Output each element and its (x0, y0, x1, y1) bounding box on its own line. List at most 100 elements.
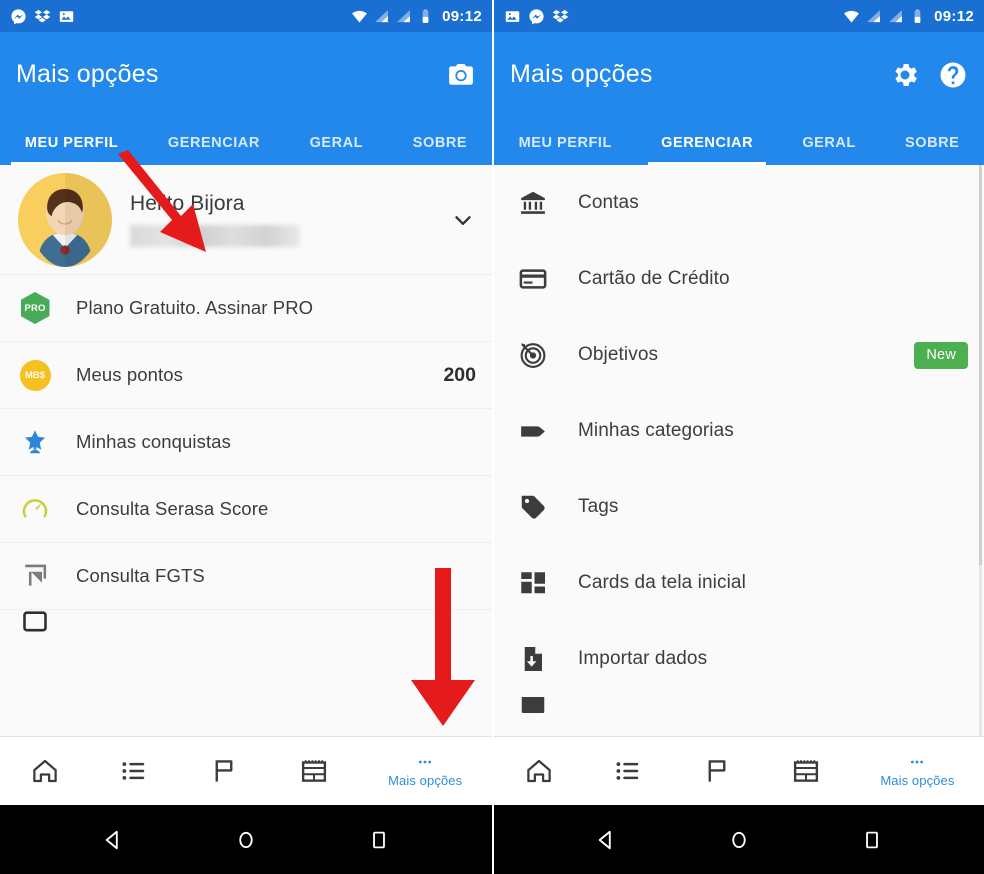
points-value: 200 (443, 363, 476, 386)
bottom-nav-flag[interactable] (672, 737, 761, 805)
wifi-icon (844, 10, 860, 23)
app-bar-top-right: Mais opções (494, 32, 984, 117)
list-item-cards-tela-inicial[interactable]: Cards da tela inicial (494, 545, 984, 621)
recents-square-icon[interactable] (859, 827, 885, 853)
category-tag-icon (516, 414, 550, 448)
import-file-icon (516, 642, 550, 676)
app-bar-actions-left (446, 60, 476, 90)
tab-geral[interactable]: GERAL (778, 135, 881, 165)
tab-meu-perfil[interactable]: MEU PERFIL (494, 135, 637, 165)
more-dots-icon (419, 760, 432, 764)
bottom-nav-label: Mais opções (880, 773, 955, 788)
android-navbar-left (0, 805, 492, 874)
dropbox-icon (34, 9, 51, 22)
speedometer-icon (18, 492, 52, 526)
bottom-nav-flag[interactable] (179, 737, 269, 805)
bottom-nav-mais-opcoes[interactable]: Mais opções (358, 737, 492, 805)
photos-icon (505, 10, 520, 22)
list-item-objetivos[interactable]: Objetivos New (494, 317, 984, 393)
android-navbar-right (494, 805, 984, 874)
bottom-nav-label: Mais opções (388, 773, 463, 788)
partial-label (52, 611, 476, 633)
tab-meu-perfil[interactable]: MEU PERFIL (0, 135, 143, 165)
list-item-importar-dados[interactable]: Importar dados (494, 621, 984, 697)
list-item-cartao-credito[interactable]: Cartão de Crédito (494, 241, 984, 317)
bottom-nav-left: Mais opções (0, 736, 492, 805)
back-triangle-icon[interactable] (100, 827, 126, 853)
tab-bar-left: MEU PERFIL GERENCIAR GERAL SOBRE (0, 117, 492, 165)
list-item-plano[interactable]: PRO Plano Gratuito. Assinar PRO (0, 275, 492, 342)
bottom-nav-calendar[interactable] (269, 737, 359, 805)
trophy-star-icon (18, 425, 52, 459)
app-bar-left: Mais opções MEU PERFIL GERENCIAR GERAL S… (0, 32, 492, 165)
list-item-label: Tags (578, 496, 619, 517)
status-bar-left: 09:12 (0, 0, 492, 32)
target-icon (516, 338, 550, 372)
bank-icon (516, 186, 550, 220)
help-icon[interactable] (938, 60, 968, 90)
battery-icon (914, 8, 921, 23)
list-item-minhas-categorias[interactable]: Minhas categorias (494, 393, 984, 469)
gear-icon[interactable] (890, 60, 920, 90)
phone-panel-left: 09:12 Mais opções MEU PERFIL GERENCIAR G… (0, 0, 492, 874)
list-item-label: Minhas conquistas (76, 431, 231, 452)
tab-sobre[interactable]: SOBRE (880, 135, 984, 165)
content-left: Helito Bijora PRO Plano Gratuito. Assina… (0, 165, 492, 736)
recents-square-icon[interactable] (366, 827, 392, 853)
list-item-label: Minhas categorias (578, 420, 734, 441)
signal-icon (397, 9, 410, 22)
pro-hex-badge-icon: PRO (18, 291, 52, 325)
status-bar-system-icons-left: 09:12 (351, 8, 482, 25)
mbs-badge-text: MB$ (19, 359, 51, 391)
status-bar-app-icons-right (504, 8, 569, 25)
list-item-partially-visible[interactable] (494, 697, 984, 713)
home-circle-icon[interactable] (726, 827, 752, 853)
profile-text: Helito Bijora (112, 192, 450, 247)
home-circle-icon[interactable] (233, 827, 259, 853)
list-item-tags[interactable]: Tags (494, 469, 984, 545)
list-icon (122, 762, 145, 780)
profile-row[interactable]: Helito Bijora (0, 165, 492, 275)
back-triangle-icon[interactable] (593, 827, 619, 853)
scrollbar-thumb[interactable] (979, 165, 982, 565)
camera-icon[interactable] (446, 60, 476, 90)
list-item-label: Consulta Serasa Score (76, 498, 269, 519)
list-item-label: Cards da tela inicial (578, 572, 746, 593)
partial-icon (18, 610, 52, 634)
photos-icon (59, 10, 74, 22)
profile-name: Helito Bijora (130, 192, 245, 215)
app-bar-actions-right (890, 60, 968, 90)
bottom-nav-home[interactable] (494, 737, 583, 805)
bottom-nav-right: Mais opções (494, 736, 984, 805)
bottom-nav-list[interactable] (90, 737, 180, 805)
tab-gerenciar[interactable]: GERENCIAR (637, 135, 778, 165)
list-item-minhas-conquistas[interactable]: Minhas conquistas (0, 409, 492, 476)
list-item-consulta-fgts[interactable]: Consulta FGTS (0, 543, 492, 610)
more-dots-icon (911, 760, 924, 764)
status-bar-clock: 09:12 (442, 7, 482, 25)
mbs-circle-badge-icon: MB$ (18, 358, 52, 392)
chevron-down-icon[interactable] (450, 207, 476, 233)
tab-geral[interactable]: GERAL (285, 135, 388, 165)
credit-card-icon (516, 262, 550, 296)
bottom-nav-mais-opcoes[interactable]: Mais opções (851, 737, 984, 805)
list-item-contas[interactable]: Contas (494, 165, 984, 241)
page-title: Mais opções (16, 60, 159, 88)
list-item-partially-visible[interactable] (0, 610, 492, 634)
content-right: Contas Cartão de Crédito Objetivos New M… (494, 165, 984, 736)
tab-sobre[interactable]: SOBRE (388, 135, 492, 165)
list-item-label: Consulta FGTS (76, 565, 205, 586)
bottom-nav-calendar[interactable] (762, 737, 851, 805)
signal-icon (867, 9, 880, 22)
tab-bar-right: MEU PERFIL GERENCIAR GERAL SOBRE (494, 117, 984, 165)
calendar-icon (301, 760, 326, 782)
bottom-nav-home[interactable] (0, 737, 90, 805)
calendar-icon (794, 760, 819, 782)
list-item-serasa-score[interactable]: Consulta Serasa Score (0, 476, 492, 543)
list-item-label: Cartão de Crédito (578, 268, 730, 289)
flag-icon (215, 760, 233, 782)
tab-gerenciar[interactable]: GERENCIAR (143, 135, 285, 165)
list-item-meus-pontos[interactable]: MB$ Meus pontos 200 (0, 342, 492, 409)
bottom-nav-list[interactable] (583, 737, 672, 805)
partial-icon (516, 697, 550, 713)
